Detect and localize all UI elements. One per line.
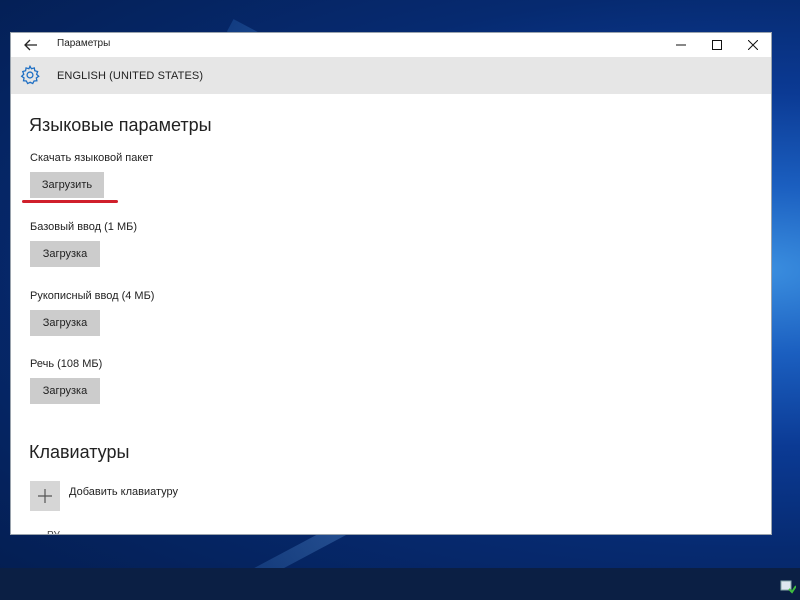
gear-icon xyxy=(20,64,40,85)
add-keyboard-label[interactable]: Добавить клавиатуру xyxy=(69,486,178,498)
window-title: Параметры xyxy=(57,38,111,49)
download-pack-label: Скачать языковой пакет xyxy=(30,152,154,164)
language-name: ENGLISH (UNITED STATES) xyxy=(57,70,204,82)
minimize-button[interactable] xyxy=(663,33,699,57)
speech-download-button[interactable]: Загрузка xyxy=(30,378,100,404)
taskbar xyxy=(0,568,800,600)
back-button[interactable] xyxy=(21,36,41,54)
page-header: ENGLISH (UNITED STATES) xyxy=(11,57,771,94)
keyboards-heading: Клавиатуры xyxy=(29,442,130,462)
highlight-underline xyxy=(22,200,118,203)
basic-input-download-button[interactable]: Загрузка xyxy=(30,241,100,267)
language-options-heading: Языковые параметры xyxy=(29,115,212,135)
maximize-button[interactable] xyxy=(699,33,735,57)
handwriting-download-button[interactable]: Загрузка xyxy=(30,310,100,336)
add-keyboard-button[interactable] xyxy=(30,481,60,511)
basic-input-label: Базовый ввод (1 МБ) xyxy=(30,221,137,233)
download-language-pack-button[interactable]: Загрузить xyxy=(30,172,104,198)
close-button[interactable] xyxy=(735,33,771,57)
keyboard-list-item[interactable]: РУ xyxy=(47,530,127,534)
settings-window: Параметры ENGLISH (UNITED STATES) Языков… xyxy=(10,32,772,535)
arrow-left-icon xyxy=(24,39,37,51)
speech-label: Речь (108 МБ) xyxy=(30,358,103,370)
keyboard-item-label: РУ xyxy=(47,530,60,534)
main-content: Языковые параметры Скачать языковой паке… xyxy=(11,94,771,534)
close-icon xyxy=(748,40,758,50)
title-bar: Параметры xyxy=(11,33,771,57)
maximize-icon xyxy=(712,40,722,50)
plus-icon xyxy=(38,489,52,503)
handwriting-label: Рукописный ввод (4 МБ) xyxy=(30,290,155,302)
tray-network-icon[interactable] xyxy=(780,578,796,594)
minimize-icon xyxy=(676,44,686,46)
